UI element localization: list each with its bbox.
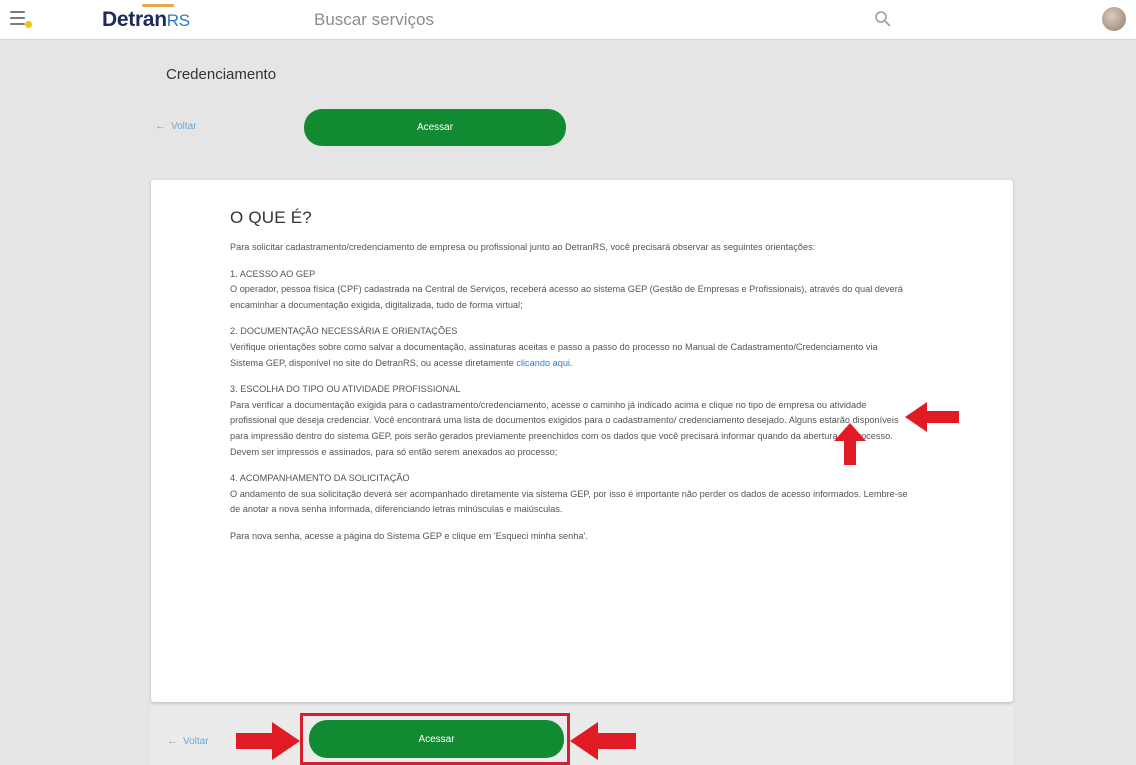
section-4-title: 4. ACOMPANHAMENTO DA SOLICITAÇÃO (230, 473, 410, 484)
search-icon[interactable] (874, 10, 892, 28)
user-avatar[interactable] (1102, 7, 1126, 31)
annotation-arrow-left-icon (905, 402, 959, 432)
section-4-body: O andamento de sua solicitação deverá se… (230, 488, 908, 515)
clicando-aqui-link[interactable]: clicando aqui (516, 358, 570, 368)
password-note: Para nova senha, acesse a página do Sist… (230, 530, 588, 541)
back-link-top[interactable]: ← Voltar (155, 120, 197, 132)
logo-crest-icon (142, 4, 174, 7)
back-link-bottom[interactable]: ← Voltar (167, 735, 209, 747)
annotation-arrow-right-icon (236, 722, 300, 760)
section-2-title: 2. DOCUMENTAÇÃO NECESSÁRIA E ORIENTAÇÕES (230, 326, 458, 337)
section-1-body: O operador, pessoa física (CPF) cadastra… (230, 284, 903, 310)
annotation-highlight-box (300, 713, 570, 765)
article-content: O QUE É? Para solicitar cadastramento/cr… (230, 208, 912, 545)
hamburger-menu-icon[interactable] (10, 11, 32, 31)
article-heading: O QUE É? (230, 208, 312, 227)
page-title: Credenciamento (166, 66, 277, 83)
section-3-body: Para verificar a documentação exigida pa… (230, 399, 899, 457)
section-2-body: Verifique orientações sobre como salvar … (230, 341, 878, 368)
annotation-arrow-left-icon (570, 722, 636, 760)
intro-text: Para solicitar cadastramento/credenciame… (230, 242, 816, 252)
access-button-top[interactable]: Acessar (304, 109, 566, 146)
detran-logo[interactable]: DetranRS (102, 4, 190, 32)
arrow-left-icon: ← (167, 735, 178, 747)
search-input[interactable] (314, 6, 854, 34)
section-3-title: 3. ESCOLHA DO TIPO OU ATIVIDADE PROFISSI… (230, 384, 461, 395)
top-bar: DetranRS (0, 0, 1136, 40)
section-1-title: 1. ACESSO AO GEP (230, 268, 316, 279)
arrow-left-icon: ← (155, 120, 166, 132)
annotation-arrow-up-icon (834, 423, 866, 465)
content-card: O QUE É? Para solicitar cadastramento/cr… (151, 180, 1013, 702)
